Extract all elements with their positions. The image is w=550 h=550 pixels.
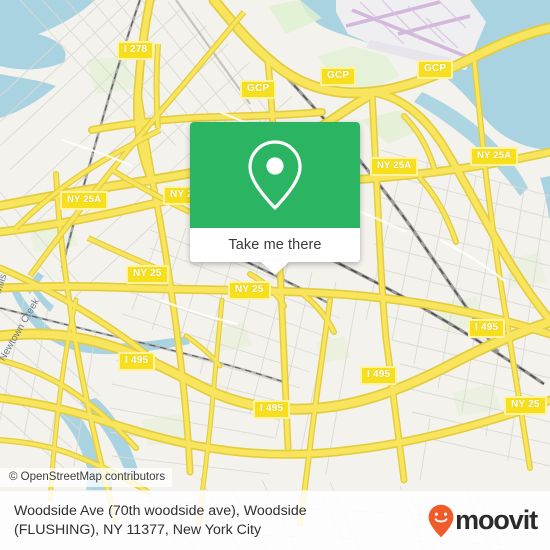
address-text: Woodside Ave (70th woodside ave), Woodsi… [0, 502, 428, 540]
osm-attribution[interactable]: © OpenStreetMap contributors [0, 468, 173, 487]
road-shield-label: I 495 [253, 400, 291, 419]
callout-pointer-tail [260, 261, 290, 275]
address-line-2: (FLUSHING), NY 11377, New York City [14, 521, 262, 538]
road-shield-label: I 495 [468, 319, 506, 338]
road-shield-label: I 495 [360, 366, 398, 385]
road-shield-label: NY 25A [60, 191, 109, 210]
location-pin-icon [248, 140, 302, 210]
take-me-there-label: Take me there [228, 237, 322, 253]
callout-image-panel [190, 122, 360, 228]
moovit-smiley-pin-icon [428, 504, 454, 537]
road-shield-label: NY 25A [370, 157, 419, 176]
road-shield-label: GCP [417, 60, 454, 79]
road-shield-label: I 278 [117, 41, 155, 60]
road-shield-label: NY 25A [470, 147, 519, 166]
moovit-wordmark: moovit [455, 505, 538, 535]
map-screenshot: I 278 GCP GCP GCP NY 25A NY 25A NY 25A NY 2 NY 2… [0, 0, 550, 550]
address-line-1: Woodside Ave (70th woodside ave), Woodsi… [14, 502, 307, 519]
road-shield-label: I 495 [118, 352, 156, 371]
road-shield-label: GCP [320, 67, 357, 86]
road-shield-label: NY 25 [504, 396, 547, 415]
callout-action-footer[interactable]: Take me there [190, 228, 360, 275]
moovit-brand-logo[interactable]: moovit [428, 504, 550, 538]
road-shield-label: NY 25 [228, 281, 271, 300]
road-shield-label: NY 25 [126, 265, 169, 284]
bottom-info-bar: Woodside Ave (70th woodside ave), Woodsi… [0, 490, 550, 550]
road-shield-label: GCP [240, 80, 277, 99]
location-callout-card[interactable]: Take me there [190, 122, 360, 275]
